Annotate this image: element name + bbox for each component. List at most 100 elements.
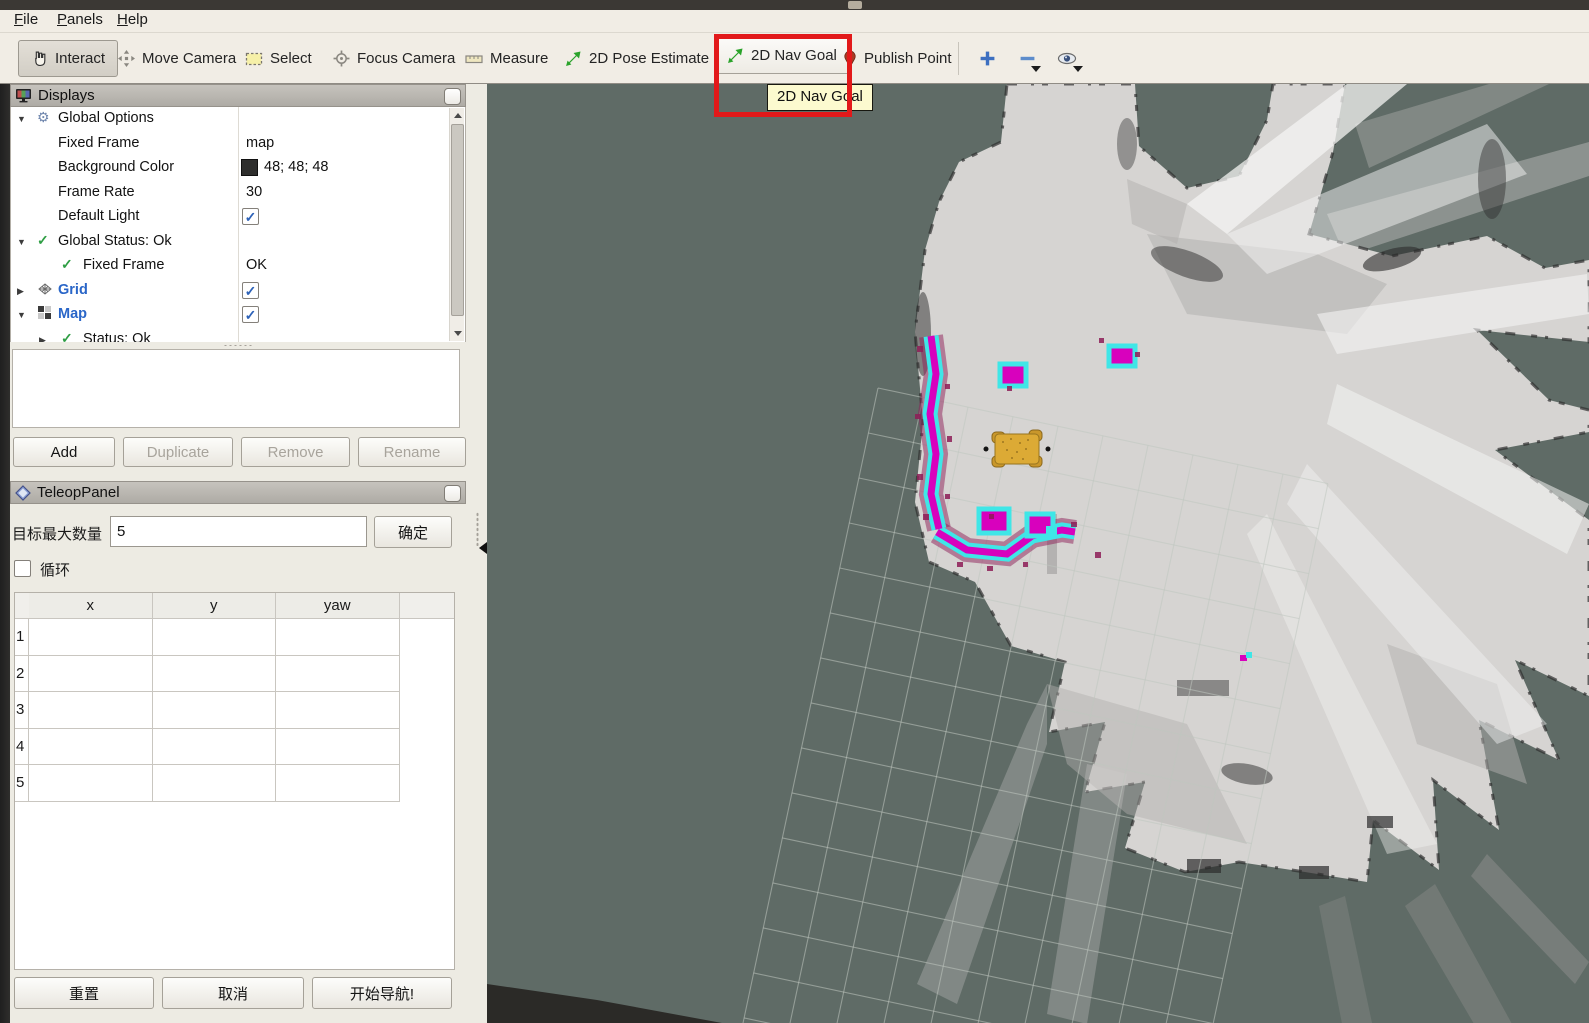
tree-row-fixed-frame-status[interactable]: ✓ Fixed Frame OK (11, 254, 451, 279)
column-header-yaw[interactable]: yaw (276, 593, 400, 619)
table-filler (400, 619, 455, 656)
move-camera-tool[interactable]: Move Camera (118, 33, 236, 84)
goal-cell[interactable] (153, 619, 277, 656)
remove-button[interactable]: Remove (241, 437, 350, 467)
display-description-box (12, 349, 460, 428)
gear-icon: ⚙ (37, 109, 50, 126)
table-filler (400, 729, 455, 766)
duplicate-button[interactable]: Duplicate (123, 437, 233, 467)
scroll-down-arrow-icon[interactable] (451, 327, 464, 340)
tree-row-label: Fixed Frame (58, 135, 139, 151)
collapse-arrow-icon[interactable]: ▼ (17, 114, 26, 124)
goal-cell[interactable] (29, 619, 153, 656)
menu-file[interactable]: File (14, 11, 38, 28)
measure-tool[interactable]: Measure (465, 33, 548, 84)
tree-row-global-options[interactable]: ▼ ⚙ Global Options (11, 107, 451, 132)
tree-row-label: Grid (58, 282, 88, 298)
tree-row-label: Frame Rate (58, 184, 135, 200)
ruler-icon (465, 52, 483, 66)
panel-splitter[interactable] (470, 84, 487, 1023)
confirm-button[interactable]: 确定 (374, 516, 452, 548)
goal-cell[interactable] (153, 765, 277, 802)
loop-checkbox[interactable] (14, 560, 31, 577)
rename-button[interactable]: Rename (358, 437, 466, 467)
check-ok-icon: ✓ (61, 256, 73, 273)
column-header-y[interactable]: y (153, 593, 277, 619)
move-camera-label: Move Camera (142, 50, 236, 67)
tree-row-value[interactable]: 30 (246, 184, 262, 200)
expand-arrow-icon[interactable]: ▶ (17, 286, 24, 297)
interact-tool-button[interactable]: Interact (18, 40, 118, 77)
goal-cell[interactable] (276, 765, 400, 802)
displays-panel-header[interactable]: Displays (10, 84, 466, 107)
tree-row-label: Background Color (58, 159, 174, 175)
teleop-panel-checkbox[interactable] (444, 485, 461, 502)
table-filler (15, 802, 29, 970)
expand-arrow-icon[interactable]: ▶ (39, 335, 46, 343)
select-tool[interactable]: Select (245, 33, 312, 84)
goal-cell[interactable] (153, 692, 277, 729)
map-enabled-checkbox[interactable]: ✓ (242, 306, 259, 323)
tree-scrollbar[interactable] (449, 108, 464, 341)
tree-row-grid[interactable]: ▶ Grid ✓ (11, 279, 451, 304)
start-navigation-button[interactable]: 开始导航! (312, 977, 452, 1009)
collapse-arrow-icon[interactable]: ▼ (17, 237, 26, 247)
menu-panels[interactable]: Panels (57, 11, 103, 28)
visibility-button[interactable] (1057, 49, 1077, 67)
goal-cell[interactable] (276, 656, 400, 693)
render-viewport[interactable] (487, 84, 1589, 1023)
publish-point-tool[interactable]: Publish Point (843, 33, 952, 84)
tree-row-value[interactable]: map (246, 135, 274, 151)
displays-panel-title: Displays (38, 87, 95, 104)
displays-tree[interactable]: ▼ ⚙ Global Options Fixed Frame map Backg… (10, 107, 466, 342)
reset-button[interactable]: 重置 (14, 977, 154, 1009)
tree-row-background-color[interactable]: Background Color 48; 48; 48 (11, 156, 451, 181)
tree-row-label: Global Status: Ok (58, 233, 172, 249)
color-swatch[interactable] (241, 159, 258, 176)
max-goals-input[interactable] (110, 516, 367, 547)
table-filler (276, 802, 400, 970)
pose-estimate-tool[interactable]: 2D Pose Estimate (565, 33, 709, 84)
goal-cell[interactable] (29, 765, 153, 802)
displays-panel-checkbox[interactable] (444, 88, 461, 105)
goal-cell[interactable] (29, 729, 153, 766)
grid-enabled-checkbox[interactable]: ✓ (242, 282, 259, 299)
tree-row-global-status[interactable]: ▼ ✓ Global Status: Ok (11, 230, 451, 255)
panel-collapse-arrow-icon[interactable] (479, 542, 487, 554)
tree-row-default-light[interactable]: Default Light ✓ (11, 205, 451, 230)
menu-help[interactable]: Help (117, 11, 148, 28)
goal-cell[interactable] (276, 619, 400, 656)
eye-dropdown-arrow-icon[interactable] (1073, 66, 1083, 72)
add-button[interactable]: Add (13, 437, 115, 467)
main-area: Displays ▼ ⚙ Global Options Fixed Frame … (0, 84, 1589, 1023)
goal-cell[interactable] (276, 692, 400, 729)
tree-row-map-status[interactable]: ▶ ✓ Status: Ok (11, 328, 451, 343)
collapse-arrow-icon[interactable]: ▼ (17, 310, 26, 320)
column-header-x[interactable]: x (29, 593, 153, 619)
tree-row-value[interactable]: 48; 48; 48 (264, 159, 329, 175)
goal-cell[interactable] (29, 692, 153, 729)
tree-row-fixed-frame[interactable]: Fixed Frame map (11, 132, 451, 157)
cancel-button[interactable]: 取消 (162, 977, 304, 1009)
goal-cell[interactable] (153, 729, 277, 766)
teleop-panel-header[interactable]: TeleopPanel (10, 481, 466, 504)
add-display-button[interactable] (979, 50, 996, 67)
monitor-icon (15, 88, 32, 103)
move-arrows-icon (118, 50, 135, 67)
goal-cell[interactable] (29, 656, 153, 693)
goal-cell[interactable] (153, 656, 277, 693)
tree-splitter-handle[interactable] (223, 344, 253, 347)
default-light-checkbox[interactable]: ✓ (242, 208, 259, 225)
goal-cell[interactable] (276, 729, 400, 766)
row-header-5: 5 (15, 765, 29, 802)
publish-point-label: Publish Point (864, 50, 952, 67)
scene-canvas[interactable] (487, 84, 1589, 1023)
focus-camera-tool[interactable]: Focus Camera (333, 33, 455, 84)
tree-row-map[interactable]: ▼ Map ✓ (11, 303, 451, 328)
scroll-up-arrow-icon[interactable] (451, 109, 464, 122)
minus-dropdown-arrow-icon[interactable] (1031, 66, 1041, 72)
tree-row-frame-rate[interactable]: Frame Rate 30 (11, 181, 451, 206)
scrollbar-thumb[interactable] (451, 124, 464, 316)
row-header-1: 1 (15, 619, 29, 656)
remove-display-button[interactable] (1019, 50, 1036, 67)
